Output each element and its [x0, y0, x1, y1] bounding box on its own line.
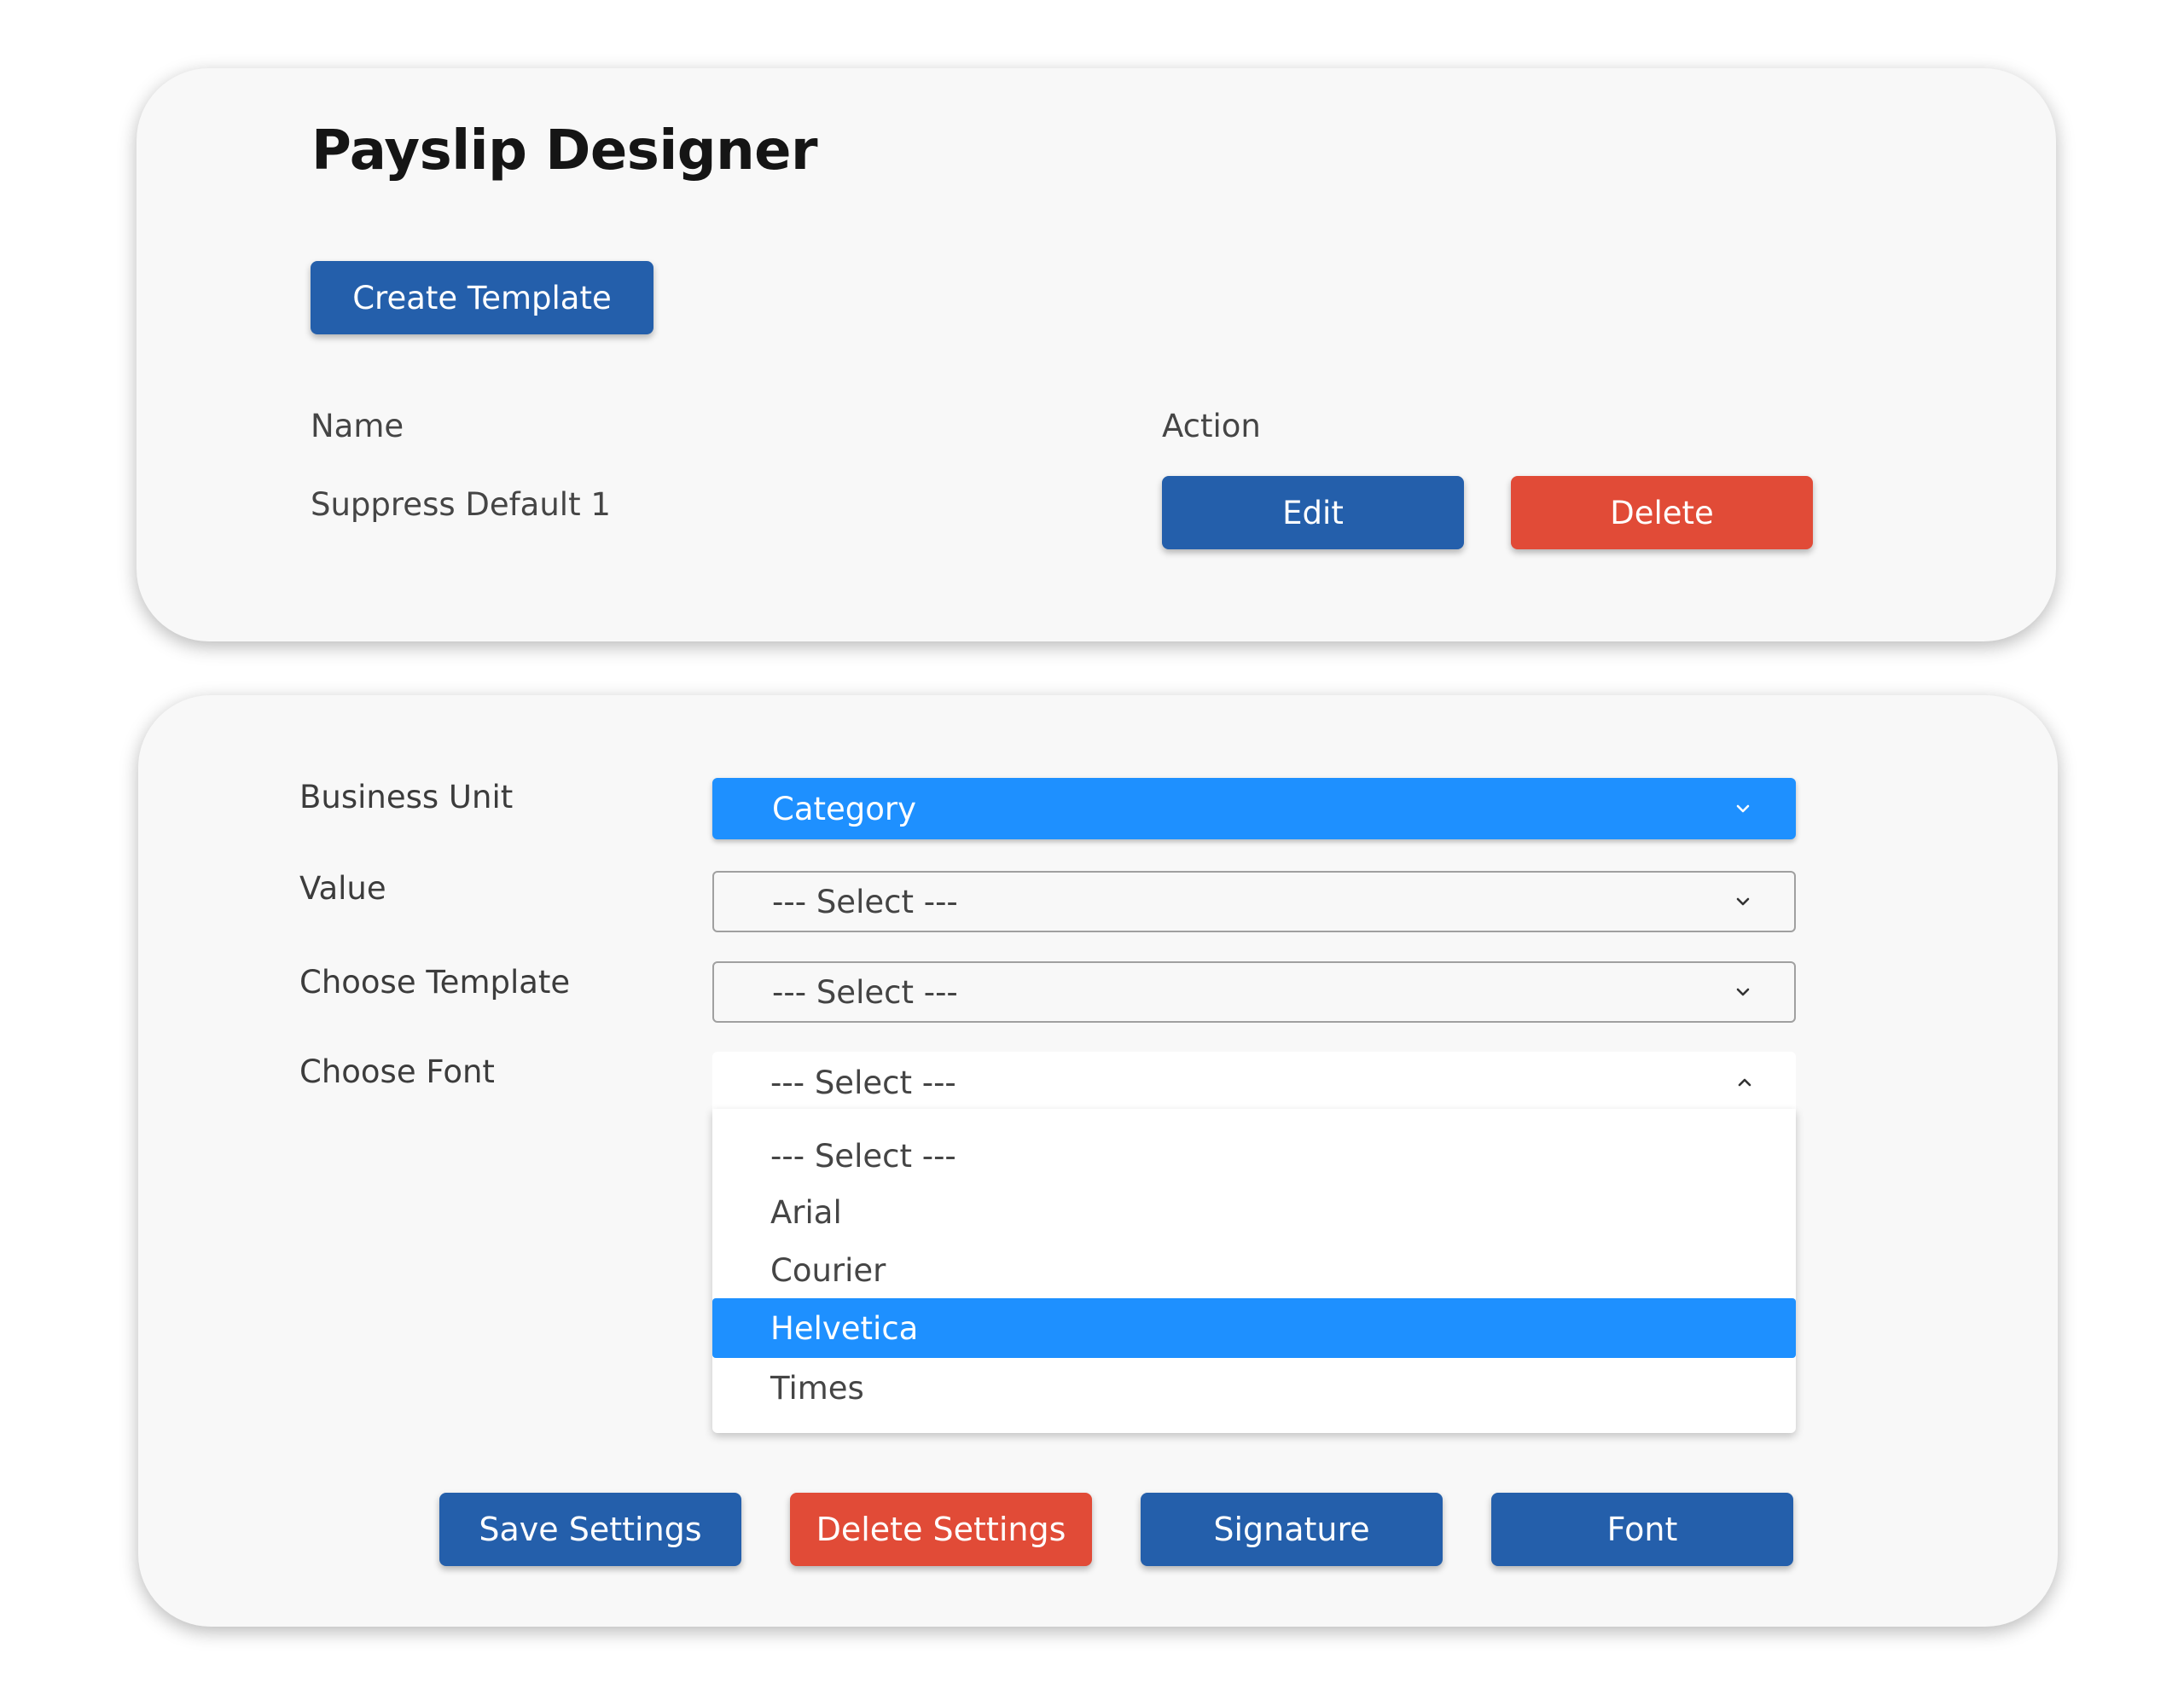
- choose-template-value: --- Select ---: [772, 973, 958, 1011]
- choose-font-select[interactable]: --- Select ---: [712, 1052, 1796, 1113]
- font-option[interactable]: Arial: [712, 1182, 1796, 1242]
- chevron-down-icon: [1736, 804, 1750, 813]
- signature-button[interactable]: Signature: [1141, 1493, 1443, 1566]
- choose-template-label: Choose Template: [299, 964, 571, 1001]
- settings-form-card: Business Unit Category Value --- Select …: [138, 695, 2058, 1627]
- column-header-action: Action: [1162, 408, 1261, 444]
- business-unit-label: Business Unit: [299, 779, 514, 815]
- choose-font-value: --- Select ---: [770, 1064, 956, 1101]
- choose-template-select[interactable]: --- Select ---: [712, 961, 1796, 1023]
- create-template-button[interactable]: Create Template: [311, 261, 653, 334]
- column-header-name: Name: [311, 408, 404, 444]
- chevron-up-icon: [1738, 1078, 1751, 1087]
- font-dropdown-list: --- Select --- Arial Courier Helvetica T…: [712, 1109, 1796, 1433]
- delete-settings-button[interactable]: Delete Settings: [790, 1493, 1092, 1566]
- save-settings-button[interactable]: Save Settings: [439, 1493, 741, 1566]
- font-option-highlighted[interactable]: Helvetica: [712, 1298, 1796, 1358]
- business-unit-value: Category: [772, 790, 917, 827]
- font-option[interactable]: Times: [712, 1358, 1796, 1418]
- value-label: Value: [299, 870, 386, 907]
- value-select-value: --- Select ---: [772, 883, 958, 920]
- font-option[interactable]: --- Select ---: [712, 1126, 1796, 1186]
- page-title: Payslip Designer: [311, 119, 818, 183]
- choose-font-label: Choose Font: [299, 1053, 495, 1090]
- value-select[interactable]: --- Select ---: [712, 871, 1796, 932]
- business-unit-select[interactable]: Category: [712, 778, 1796, 839]
- font-button[interactable]: Font: [1491, 1493, 1793, 1566]
- delete-button[interactable]: Delete: [1511, 476, 1813, 549]
- font-option[interactable]: Courier: [712, 1240, 1796, 1300]
- chevron-down-icon: [1736, 988, 1750, 996]
- template-name-cell: Suppress Default 1: [311, 486, 611, 523]
- chevron-down-icon: [1736, 897, 1750, 906]
- template-list-card: Payslip Designer Create Template Name Ac…: [136, 68, 2056, 641]
- edit-button[interactable]: Edit: [1162, 476, 1464, 549]
